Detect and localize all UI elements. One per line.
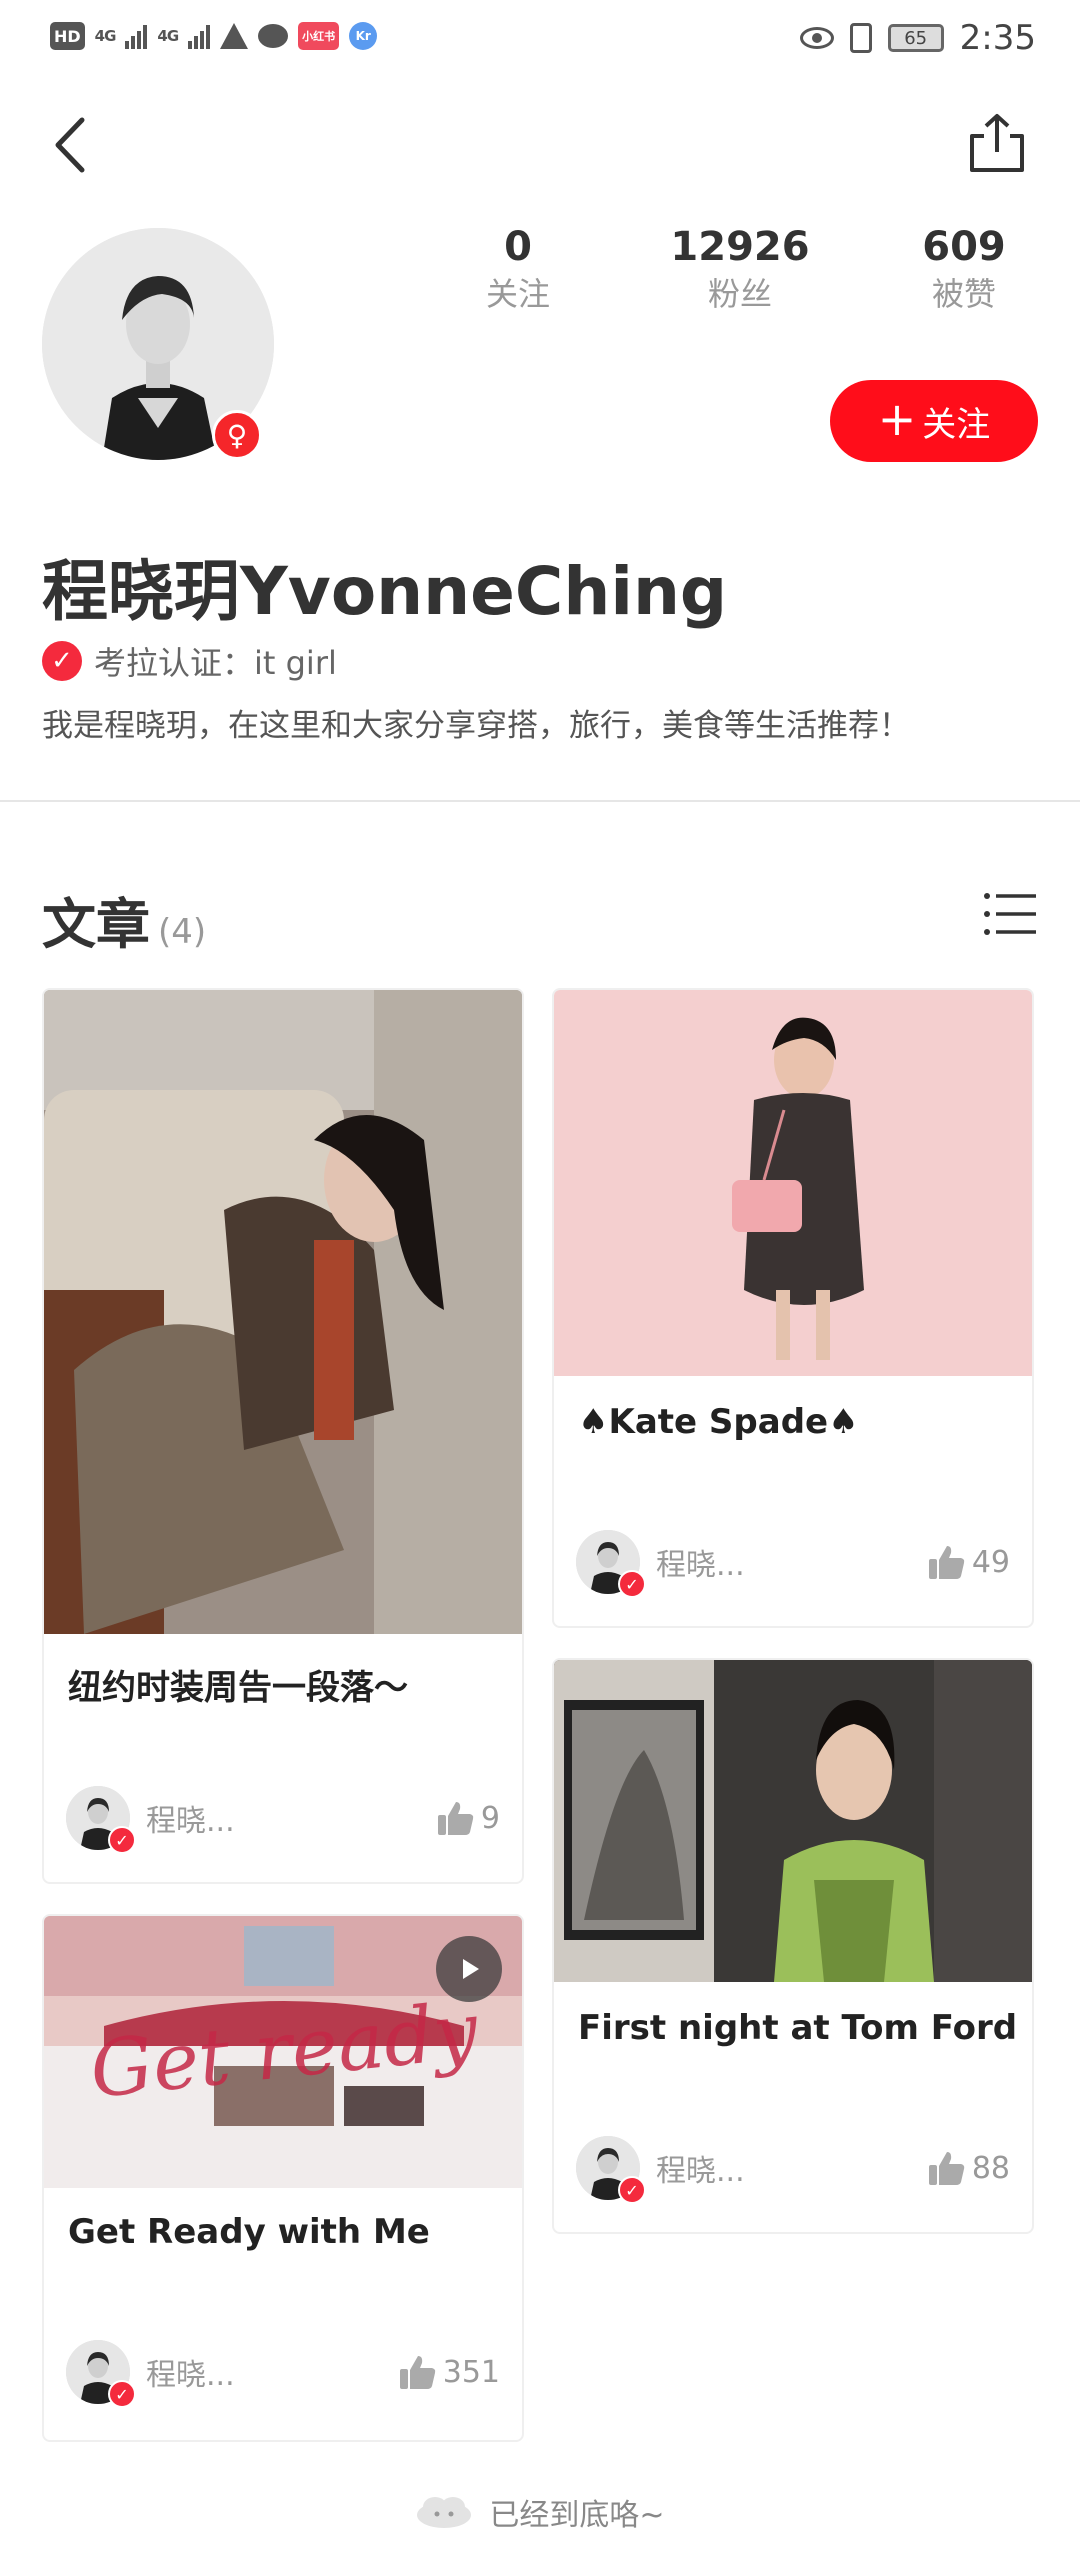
article-cover-video: Get ready xyxy=(44,1916,522,2188)
follow-label: 关注 xyxy=(922,404,991,445)
like-count: 88 xyxy=(971,2150,1010,2186)
article-title: 纽约时装周告一段落～ xyxy=(68,1668,408,1708)
stat-value: 12926 xyxy=(670,224,810,270)
article-meta: ✓ 程晓... 351 xyxy=(66,2336,500,2408)
chevron-left-icon xyxy=(55,117,85,173)
profile-name: 程晓玥YvonneChing xyxy=(42,553,728,630)
section-title: 文章 xyxy=(42,893,150,956)
author-name: 程晓... xyxy=(656,1548,745,1583)
article-title: ♠Kate Spade♠ xyxy=(578,1402,859,1442)
play-button[interactable] xyxy=(436,1936,502,2002)
battery-icon: 65 xyxy=(887,24,944,52)
warning-icon xyxy=(220,23,249,49)
network-type-2: 4G xyxy=(157,27,179,45)
like-button[interactable]: 351 xyxy=(399,2354,500,2390)
article-meta: ✓ 程晓... 88 xyxy=(576,2132,1010,2204)
article-meta: ✓ 程晓... 49 xyxy=(576,1526,1010,1598)
stat-following[interactable]: 0 关注 xyxy=(418,222,618,316)
end-of-list: 已经到底咯~ xyxy=(0,2490,1080,2534)
thumbs-up-icon xyxy=(399,2356,435,2389)
verified-check-icon: ✓ xyxy=(618,2176,646,2204)
article-title: Get Ready with Me xyxy=(68,2212,430,2252)
like-button[interactable]: 9 xyxy=(437,1800,500,1836)
message-icon xyxy=(258,24,289,48)
kr-app-icon: Kr xyxy=(349,22,378,50)
top-nav xyxy=(0,100,1080,190)
end-text: 已经到底咯~ xyxy=(489,2498,665,2533)
like-count: 49 xyxy=(971,1544,1010,1580)
verified-check-icon: ✓ xyxy=(42,641,82,681)
stat-value: 0 xyxy=(504,224,532,270)
stat-likes[interactable]: 609 被赞 xyxy=(864,222,1064,316)
stat-label: 粉丝 xyxy=(707,275,772,313)
verified-check-icon: ✓ xyxy=(618,1570,646,1598)
hd-icon: HD xyxy=(50,22,85,50)
like-count: 9 xyxy=(480,1800,500,1836)
play-icon xyxy=(463,1959,479,1979)
thumbs-up-icon xyxy=(928,1546,965,1579)
thumbs-up-icon xyxy=(437,1802,474,1835)
article-card[interactable]: First night at Tom Ford ✓ 程晓... 88 xyxy=(552,1658,1034,2234)
author-name: 程晓... xyxy=(146,2358,235,2393)
like-count: 351 xyxy=(442,2354,500,2390)
eye-comfort-icon xyxy=(799,27,834,49)
section-count: (4) xyxy=(158,912,207,952)
signal-icon-2 xyxy=(188,23,211,49)
share-button[interactable] xyxy=(964,110,1030,176)
verified-check-icon: ✓ xyxy=(108,2380,136,2408)
author-avatar[interactable]: ✓ xyxy=(576,2136,646,2204)
author-name: 程晓... xyxy=(146,1804,235,1839)
section-header: 文章 (4) xyxy=(42,880,206,959)
article-cover-image xyxy=(44,990,522,1634)
list-view-button[interactable] xyxy=(982,888,1038,940)
article-cover-image xyxy=(554,1660,1032,1982)
article-title: First night at Tom Ford xyxy=(578,2008,1018,2048)
divider xyxy=(0,800,1080,802)
article-card[interactable]: ♠Kate Spade♠ ✓ 程晓... 49 xyxy=(552,988,1034,1628)
back-button[interactable] xyxy=(42,112,102,178)
clock: 2:35 xyxy=(959,18,1036,58)
article-card[interactable]: Get ready Get Ready with Me ✓ 程晓... 351 xyxy=(42,1914,524,2442)
xiaohongshu-app-icon: 小红书 xyxy=(298,22,340,50)
author-avatar[interactable]: ✓ xyxy=(576,1530,646,1598)
stat-label: 关注 xyxy=(485,275,550,313)
author-avatar[interactable]: ✓ xyxy=(66,2340,136,2408)
article-card[interactable]: 纽约时装周告一段落～ ✓ 程晓... 9 xyxy=(42,988,524,1884)
author-avatar[interactable]: ✓ xyxy=(66,1786,136,1854)
article-cover-image xyxy=(554,990,1032,1376)
article-meta: ✓ 程晓... 9 xyxy=(66,1782,500,1854)
signal-icon xyxy=(125,23,148,49)
female-icon: ♀ xyxy=(212,410,262,460)
status-bar: HD 4G 4G 小红书 Kr 65 2:35 xyxy=(0,0,1080,80)
stat-label: 被赞 xyxy=(931,275,996,313)
author-name: 程晓... xyxy=(656,2154,745,2189)
thumbs-up-icon xyxy=(928,2152,965,2185)
cloud-icon xyxy=(417,2497,472,2528)
network-type-1: 4G xyxy=(94,27,117,45)
vibrate-icon xyxy=(849,23,872,53)
share-icon xyxy=(970,114,1024,172)
verified-check-icon: ✓ xyxy=(108,1826,136,1854)
bio: 我是程晓玥，在这里和大家分享穿搭，旅行，美食等生活推荐！ xyxy=(42,708,910,744)
like-button[interactable]: 49 xyxy=(928,1544,1010,1580)
stat-value: 609 xyxy=(922,224,1006,270)
stat-fans[interactable]: 12926 粉丝 xyxy=(640,222,840,316)
follow-button[interactable]: + 关注 xyxy=(830,380,1038,462)
plus-icon: + xyxy=(877,392,917,446)
verification: ✓ 考拉认证：it girl xyxy=(42,638,337,684)
like-button[interactable]: 88 xyxy=(928,2150,1010,2186)
verify-text: 考拉认证：it girl xyxy=(94,644,337,682)
list-icon xyxy=(984,893,1036,935)
